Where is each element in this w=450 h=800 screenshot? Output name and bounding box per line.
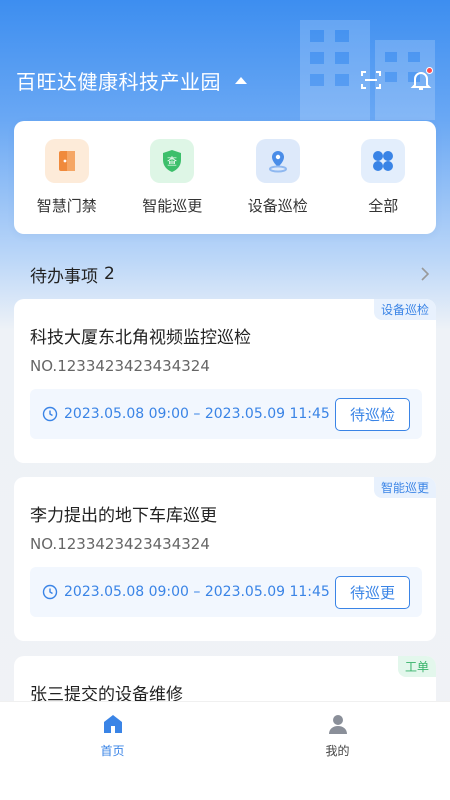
tab-label: 首页 (100, 744, 125, 758)
quick-action-access-control[interactable]: 智慧门禁 (17, 139, 117, 216)
quick-action-label: 智能巡更 (142, 197, 203, 215)
tab-profile[interactable]: 我的 (278, 712, 398, 759)
quick-action-smart-patrol[interactable]: 查 智能巡更 (122, 139, 222, 216)
home-icon (103, 715, 122, 733)
tab-label: 我的 (325, 744, 350, 758)
task-type-badge: 智能巡更 (373, 477, 436, 498)
quick-action-label: 设备巡检 (247, 197, 308, 215)
task-number: NO.1233423423434324 (30, 535, 210, 553)
clock-icon (42, 406, 58, 422)
shield-check-icon: 查 (150, 139, 195, 183)
task-type-badge: 工单 (397, 656, 436, 677)
notification-dot (426, 67, 433, 74)
task-type-badge: 设备巡检 (373, 299, 436, 320)
bottom-tab-bar: 首页 我的 (0, 701, 450, 800)
grid-icon (361, 139, 406, 183)
clock-icon (42, 584, 58, 600)
caret-up-icon[interactable] (235, 76, 247, 84)
location-pin-icon (255, 139, 300, 183)
user-icon (328, 715, 347, 734)
task-card[interactable]: 智能巡更 李力提出的地下车库巡更 NO.1233423423434324 202… (14, 477, 436, 641)
svg-text:查: 查 (167, 155, 177, 168)
todo-title: 待办事项 (30, 266, 98, 287)
quick-action-equipment-inspection[interactable]: 设备巡检 (228, 139, 328, 216)
quick-actions-card: 智慧门禁 查 智能巡更 设备巡检 全部 (14, 121, 436, 234)
quick-action-label: 全部 (368, 197, 399, 215)
task-time-box: 2023.05.08 09:00 – 2023.05.09 11:45 待巡检 (30, 389, 422, 439)
task-title: 李力提出的地下车库巡更 (30, 506, 217, 526)
bell-icon[interactable] (408, 67, 434, 93)
task-card[interactable]: 设备巡检 科技大厦东北角视频监控巡检 NO.1233423423434324 2… (14, 299, 436, 463)
task-time-range: 2023.05.08 09:00 – 2023.05.09 11:45 (64, 584, 330, 600)
task-number: NO.1233423423434324 (30, 357, 210, 375)
task-title: 科技大厦东北角视频监控巡检 (30, 328, 251, 348)
header-bar: 百旺达健康科技产业园 (0, 60, 450, 100)
door-icon (44, 139, 89, 183)
quick-action-all[interactable]: 全部 (333, 139, 433, 216)
quick-action-label: 智慧门禁 (36, 197, 97, 215)
pending-inspection-button[interactable]: 待巡检 (334, 397, 410, 431)
pending-patrol-button[interactable]: 待巡更 (334, 575, 410, 609)
park-selector-title[interactable]: 百旺达健康科技产业园 (16, 66, 221, 95)
todo-section-header[interactable]: 待办事项 2 (30, 262, 430, 287)
todo-count: 2 (104, 264, 115, 284)
chevron-right-icon (421, 267, 430, 281)
tab-home[interactable]: 首页 (53, 712, 173, 759)
task-time-box: 2023.05.08 09:00 – 2023.05.09 11:45 待巡更 (30, 567, 422, 617)
task-time-range: 2023.05.08 09:00 – 2023.05.09 11:45 (64, 406, 330, 422)
scan-icon[interactable] (358, 67, 384, 93)
